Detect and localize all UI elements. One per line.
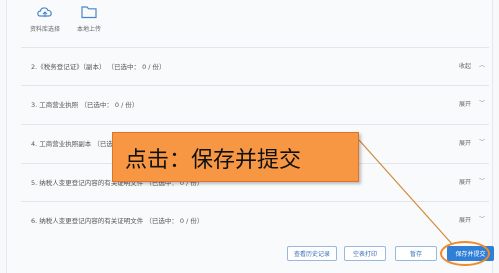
instruction-callout: 点击：保存并提交	[112, 132, 359, 182]
callout-text: 点击：保存并提交	[125, 148, 302, 173]
